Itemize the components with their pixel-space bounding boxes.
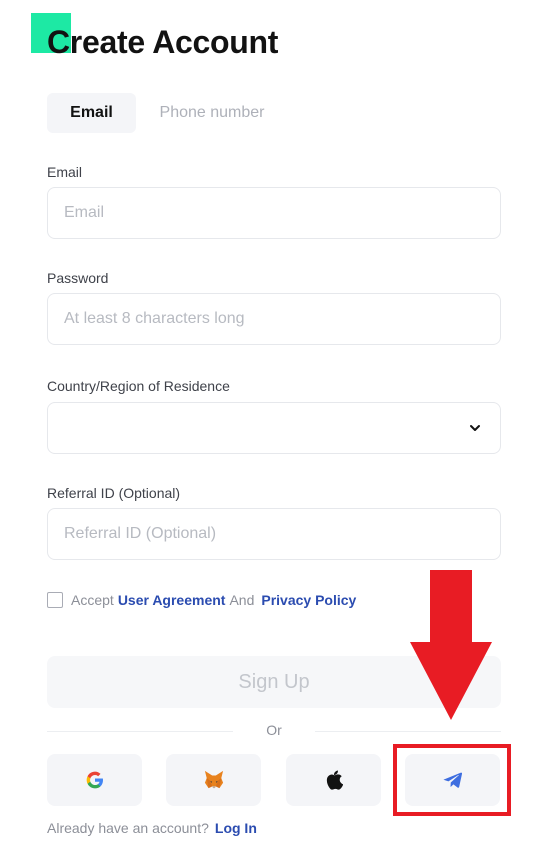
page-title: Create Account xyxy=(47,24,279,60)
password-label: Password xyxy=(47,270,109,286)
email-input[interactable] xyxy=(47,187,501,239)
divider-right xyxy=(315,731,501,732)
referral-id-input[interactable] xyxy=(47,508,501,560)
email-label: Email xyxy=(47,164,83,180)
user-agreement-link[interactable]: User Agreement xyxy=(118,592,226,608)
terms-accept-text: Accept xyxy=(71,592,114,608)
apple-icon xyxy=(326,770,343,790)
tab-phone-number[interactable]: Phone number xyxy=(145,93,279,133)
accept-terms-checkbox[interactable] xyxy=(47,592,63,608)
signup-method-tabs: Email Phone number xyxy=(47,93,279,133)
referral-label: Referral ID (Optional) xyxy=(47,485,181,501)
apple-login-button[interactable] xyxy=(286,754,381,806)
google-login-button[interactable] xyxy=(47,754,142,806)
tab-email[interactable]: Email xyxy=(47,93,136,133)
terms-and-text: And xyxy=(229,592,255,608)
login-prompt: Already have an account? Log In xyxy=(47,820,257,836)
metamask-login-button[interactable] xyxy=(166,754,261,806)
divider-left xyxy=(47,731,233,732)
password-input[interactable] xyxy=(47,293,501,345)
red-arrow-annotation xyxy=(410,570,492,720)
chevron-down-icon xyxy=(470,425,480,431)
log-in-link[interactable]: Log In xyxy=(215,820,257,836)
terms-row: Accept User Agreement And Privacy Policy xyxy=(47,590,356,610)
highlight-box-annotation xyxy=(393,744,511,816)
country-label: Country/Region of Residence xyxy=(47,378,230,394)
or-divider-text: Or xyxy=(266,722,282,738)
login-prompt-text: Already have an account? xyxy=(47,820,209,836)
country-select[interactable] xyxy=(47,402,501,454)
google-icon xyxy=(86,771,103,789)
metamask-icon xyxy=(204,770,223,789)
privacy-policy-link[interactable]: Privacy Policy xyxy=(261,592,356,608)
